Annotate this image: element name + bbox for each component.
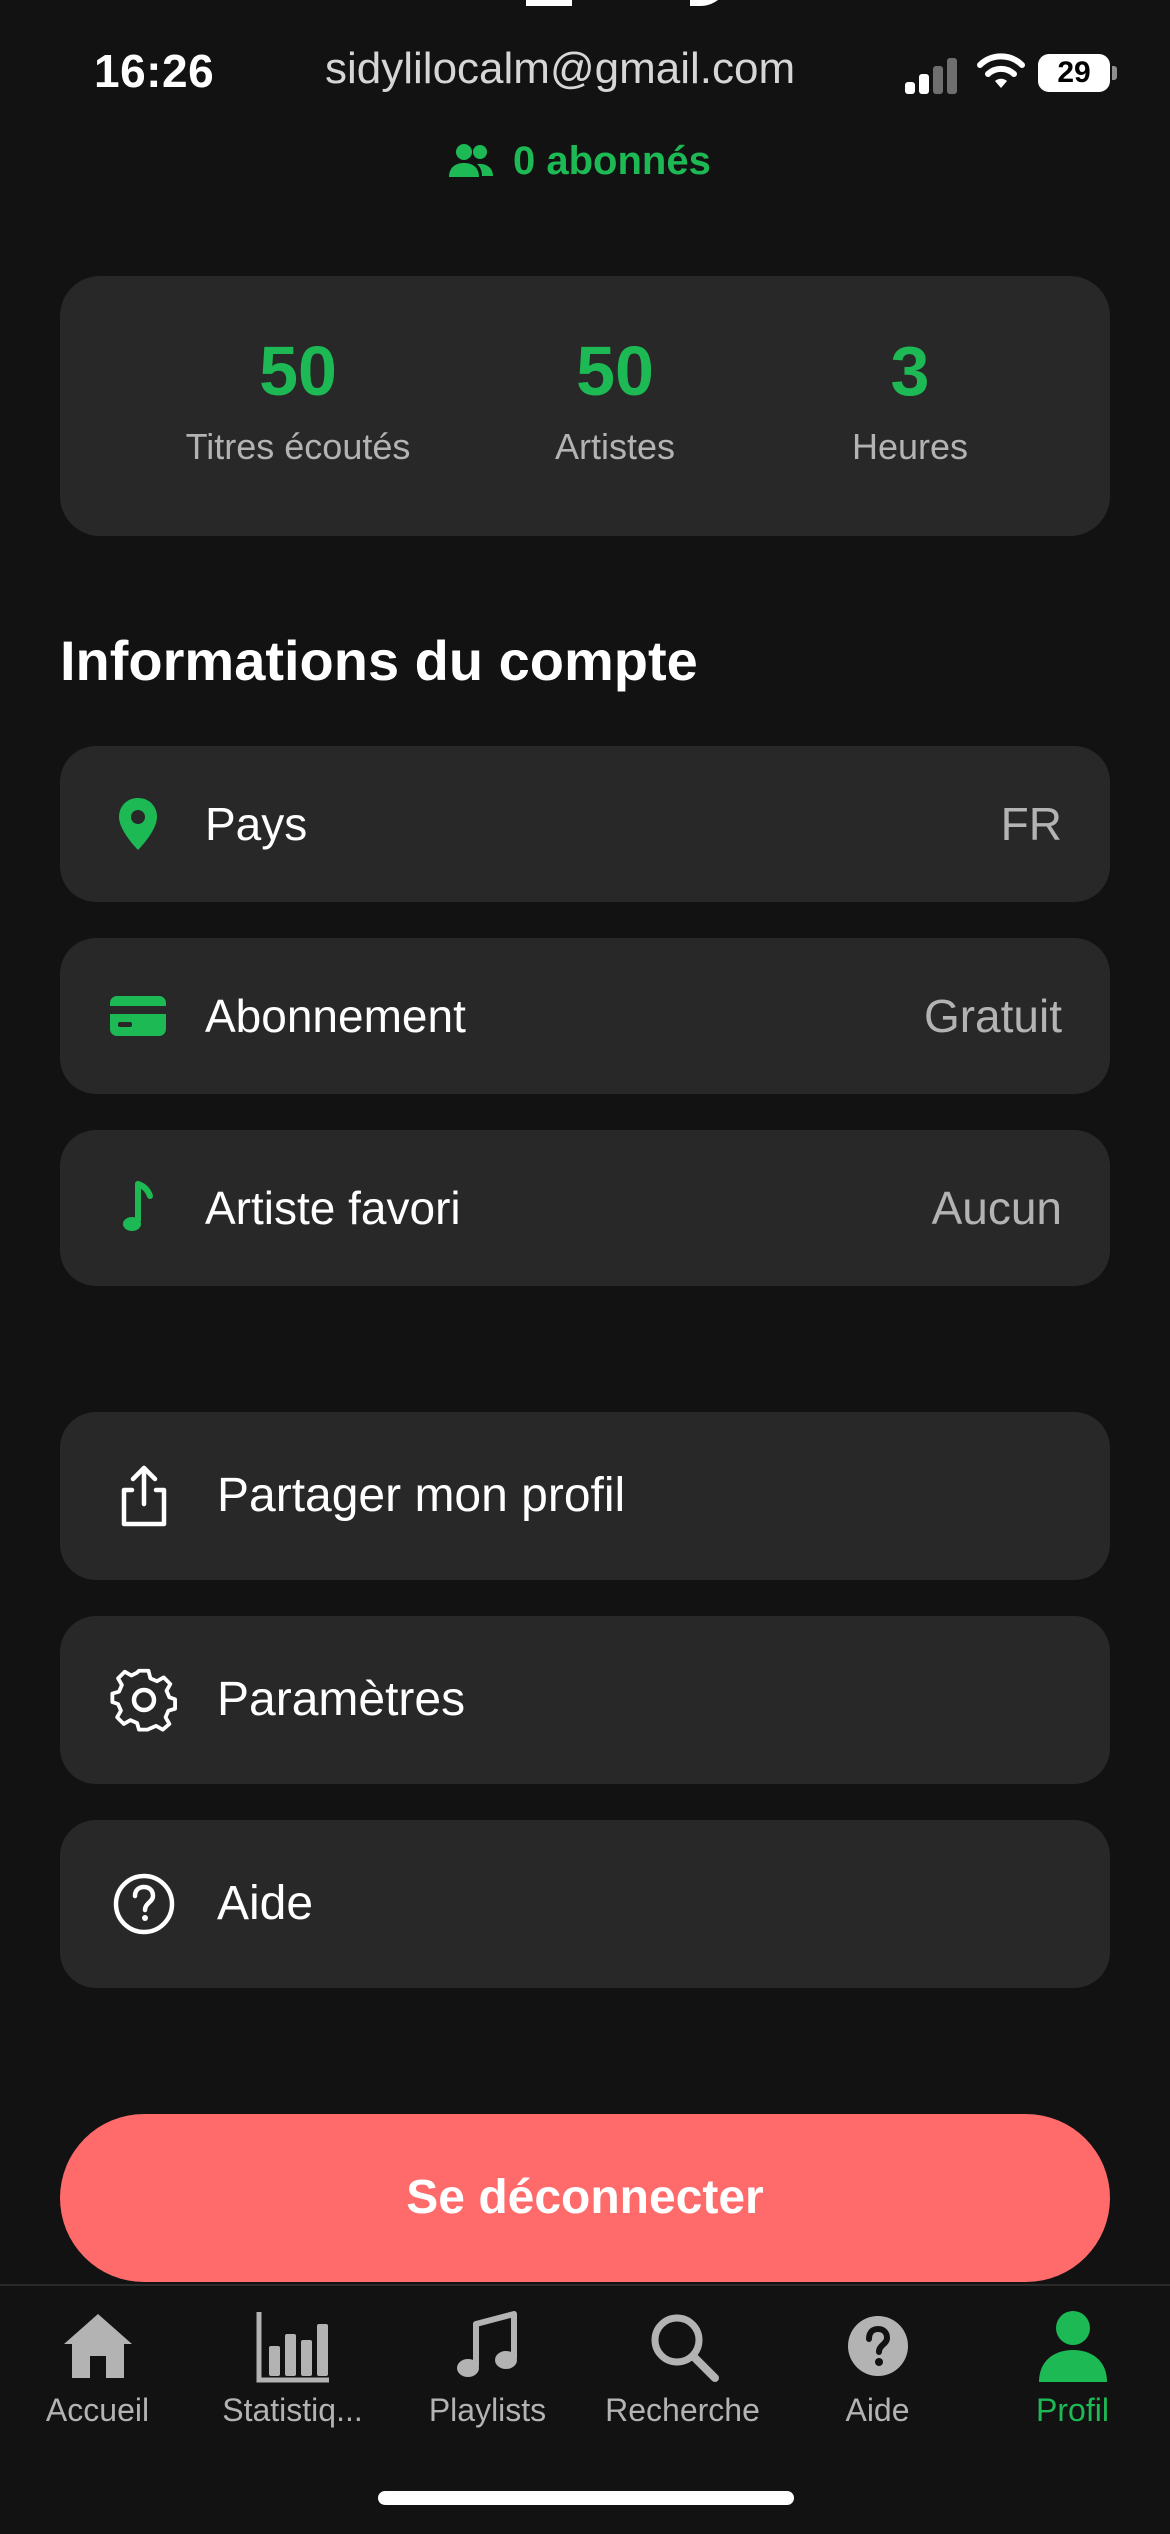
info-label: Pays <box>205 798 308 850</box>
followers-count[interactable]: 0 abonnés <box>447 133 711 189</box>
settings-button[interactable]: Paramètres <box>60 1616 1110 1784</box>
info-row-country: Pays FR <box>60 746 1110 902</box>
tab-label: Aide <box>845 2392 910 2428</box>
status-time: 16:26 <box>94 45 215 97</box>
location-pin-icon <box>119 798 157 850</box>
action-label: Aide <box>217 1877 314 1930</box>
battery-level: 29 <box>1057 56 1091 89</box>
stat-hours: 3 Heures <box>825 336 995 468</box>
account-info-title: Informations du compte <box>60 629 698 692</box>
stat-label: Artistes <box>554 426 676 467</box>
stat-tracks: 50 Titres écoutés <box>178 336 418 468</box>
info-label: Artiste favori <box>205 1182 461 1234</box>
stat-label: Titres écoutés <box>185 426 411 467</box>
scrolled-title-fragment <box>500 0 760 6</box>
tab-help[interactable]: Aide <box>780 2306 975 2429</box>
logout-button[interactable]: Se déconnecter <box>60 2114 1110 2282</box>
action-label: Paramètres <box>217 1673 466 1726</box>
search-icon <box>651 2314 719 2382</box>
tab-label: Recherche <box>605 2392 760 2428</box>
music-note-icon <box>123 1181 153 1231</box>
stat-value: 50 <box>259 332 337 410</box>
stat-label: Heures <box>851 426 969 467</box>
share-icon <box>121 1465 167 1527</box>
tab-label: Profil <box>1036 2392 1109 2428</box>
battery-indicator: 29 <box>1038 54 1110 92</box>
info-row-subscription: Abonnement Gratuit <box>60 938 1110 1094</box>
music-note-icon <box>456 2311 517 2377</box>
tab-label: Accueil <box>45 2392 150 2428</box>
gear-icon <box>110 1668 177 1732</box>
home-icon <box>63 2314 132 2378</box>
profile-icon <box>1038 2311 1107 2382</box>
users-icon <box>449 144 493 177</box>
stat-value: 50 <box>576 332 654 410</box>
bar-chart-icon <box>256 2312 329 2383</box>
cellular-signal-icon <box>905 54 959 94</box>
help-circle-icon <box>113 1873 175 1935</box>
info-value: FR <box>1000 798 1062 850</box>
credit-card-icon <box>110 996 166 1036</box>
tab-label: Playlists <box>428 2392 547 2428</box>
info-row-favorite-artist: Artiste favori Aucun <box>60 1130 1110 1286</box>
help-button[interactable]: Aide <box>60 1820 1110 1988</box>
info-value: Aucun <box>931 1182 1062 1234</box>
tab-playlists[interactable]: Playlists <box>390 2306 585 2429</box>
tab-home[interactable]: Accueil <box>0 2306 195 2429</box>
tab-statistics[interactable]: Statistiq... <box>195 2306 390 2429</box>
stat-artists: 50 Artistes <box>515 336 715 468</box>
stat-value: 3 <box>890 332 930 410</box>
action-label: Partager mon profil <box>217 1469 626 1522</box>
info-label: Abonnement <box>205 990 466 1042</box>
tab-profile[interactable]: Profil <box>975 2306 1170 2429</box>
info-value: Gratuit <box>923 990 1062 1042</box>
help-icon <box>847 2316 908 2376</box>
home-indicator <box>378 2491 794 2505</box>
share-profile-button[interactable]: Partager mon profil <box>60 1412 1110 1580</box>
battery-tip <box>1112 66 1117 80</box>
user-email: sidylilocalm@gmail.com <box>325 44 796 93</box>
tab-search[interactable]: Recherche <box>585 2306 780 2429</box>
followers-label: 0 abonnés <box>513 138 711 183</box>
stats-card: 50 Titres écoutés 50 Artistes 3 Heures <box>60 276 1110 536</box>
tab-label: Statistiq... <box>222 2392 363 2428</box>
wifi-icon <box>977 53 1025 88</box>
